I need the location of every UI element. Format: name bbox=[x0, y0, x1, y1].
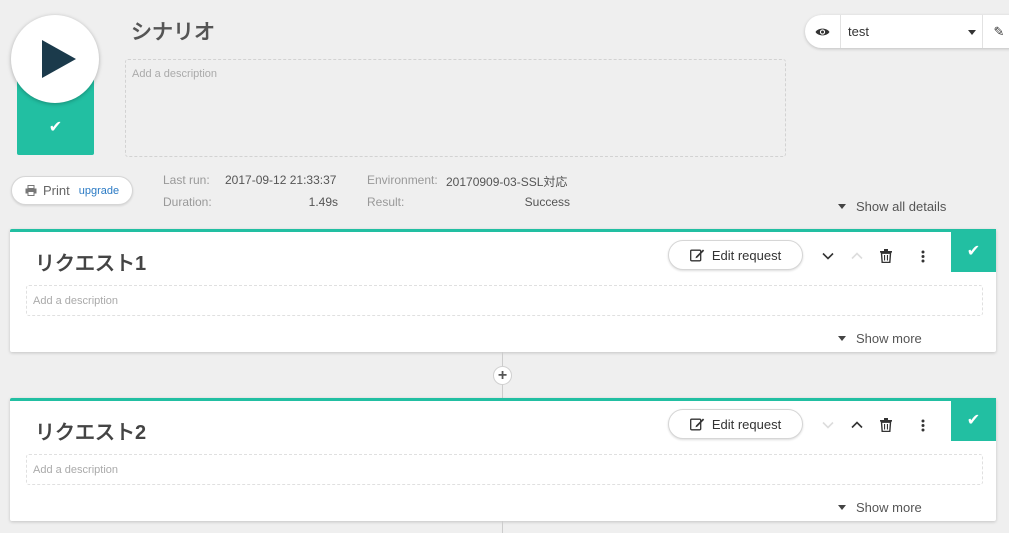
run-scenario-button[interactable] bbox=[11, 15, 99, 103]
show-all-details-toggle[interactable]: Show all details bbox=[838, 199, 946, 214]
scenario-title[interactable]: シナリオ bbox=[131, 16, 215, 46]
show-more-toggle[interactable]: Show more bbox=[838, 331, 922, 346]
edit-request-button[interactable]: Edit request bbox=[668, 409, 803, 439]
edit-environment-button[interactable]: ✎ bbox=[983, 24, 1009, 40]
edit-request-label: Edit request bbox=[711, 247, 782, 263]
more-vertical-icon bbox=[921, 419, 925, 431]
check-icon: ✔ bbox=[966, 242, 981, 260]
request-status-badge: ✔ bbox=[951, 229, 996, 272]
move-down-button[interactable] bbox=[819, 247, 837, 265]
caret-down-icon bbox=[968, 30, 976, 35]
request-title[interactable]: リクエスト2 bbox=[35, 416, 146, 445]
environment-selector: test ✎ bbox=[805, 15, 1009, 48]
print-label: Print bbox=[43, 183, 70, 198]
trash-icon bbox=[880, 418, 892, 432]
show-more-label: Show more bbox=[856, 500, 922, 515]
edit-request-button[interactable]: Edit request bbox=[668, 240, 803, 270]
show-more-toggle[interactable]: Show more bbox=[838, 500, 922, 515]
last-run-value: 2017-09-12 21:33:37 bbox=[225, 173, 337, 187]
environment-select-value: test bbox=[848, 24, 869, 39]
check-icon: ✔ bbox=[48, 119, 63, 136]
request-card: リクエスト1 Edit request ✔ Add a description … bbox=[10, 229, 996, 352]
request-description-field[interactable]: Add a description bbox=[26, 285, 983, 316]
request-description-field[interactable]: Add a description bbox=[26, 454, 983, 485]
edit-request-label: Edit request bbox=[711, 416, 782, 432]
play-icon bbox=[42, 40, 76, 78]
scenario-description-field[interactable]: Add a description bbox=[125, 59, 786, 157]
add-request-button[interactable]: + bbox=[493, 366, 512, 385]
pencil-icon: ✎ bbox=[993, 23, 1005, 39]
chevron-down-icon bbox=[822, 252, 834, 260]
edit-icon bbox=[689, 249, 705, 262]
move-up-button[interactable] bbox=[848, 247, 866, 265]
check-icon: ✔ bbox=[966, 411, 981, 429]
plus-icon: + bbox=[497, 366, 508, 384]
show-more-label: Show more bbox=[856, 331, 922, 346]
request-card: リクエスト2 Edit request ✔ Add a description … bbox=[10, 398, 996, 521]
caret-down-icon bbox=[838, 505, 846, 510]
request-menu-button[interactable] bbox=[914, 247, 932, 265]
move-up-button[interactable] bbox=[848, 416, 866, 434]
move-down-button[interactable] bbox=[819, 416, 837, 434]
caret-down-icon bbox=[838, 336, 846, 341]
request-title[interactable]: リクエスト1 bbox=[35, 247, 146, 276]
chevron-down-icon bbox=[822, 421, 834, 429]
last-run-label: Last run: bbox=[163, 173, 210, 187]
show-all-details-label: Show all details bbox=[856, 199, 947, 214]
printer-icon bbox=[25, 185, 37, 196]
trash-icon bbox=[880, 249, 892, 263]
result-value: Success bbox=[524, 195, 570, 209]
environment-label: Environment: bbox=[367, 173, 438, 187]
duration-label: Duration: bbox=[163, 195, 212, 209]
caret-down-icon bbox=[838, 204, 846, 209]
eye-icon[interactable] bbox=[805, 15, 841, 48]
upgrade-link[interactable]: upgrade bbox=[79, 185, 119, 197]
environment-select[interactable]: test bbox=[841, 15, 983, 48]
chevron-up-icon bbox=[851, 421, 863, 429]
edit-icon bbox=[689, 418, 705, 431]
more-vertical-icon bbox=[921, 250, 925, 262]
request-status-badge: ✔ bbox=[951, 398, 996, 441]
request-menu-button[interactable] bbox=[914, 416, 932, 434]
print-button[interactable]: Print upgrade bbox=[11, 176, 133, 205]
environment-value: 20170909-03-SSL対応 bbox=[446, 175, 568, 189]
delete-request-button[interactable] bbox=[877, 247, 895, 265]
duration-value: 1.49s bbox=[308, 195, 338, 209]
result-label: Result: bbox=[367, 195, 405, 209]
request-connector bbox=[502, 521, 503, 533]
delete-request-button[interactable] bbox=[877, 416, 895, 434]
chevron-up-icon bbox=[851, 252, 863, 260]
